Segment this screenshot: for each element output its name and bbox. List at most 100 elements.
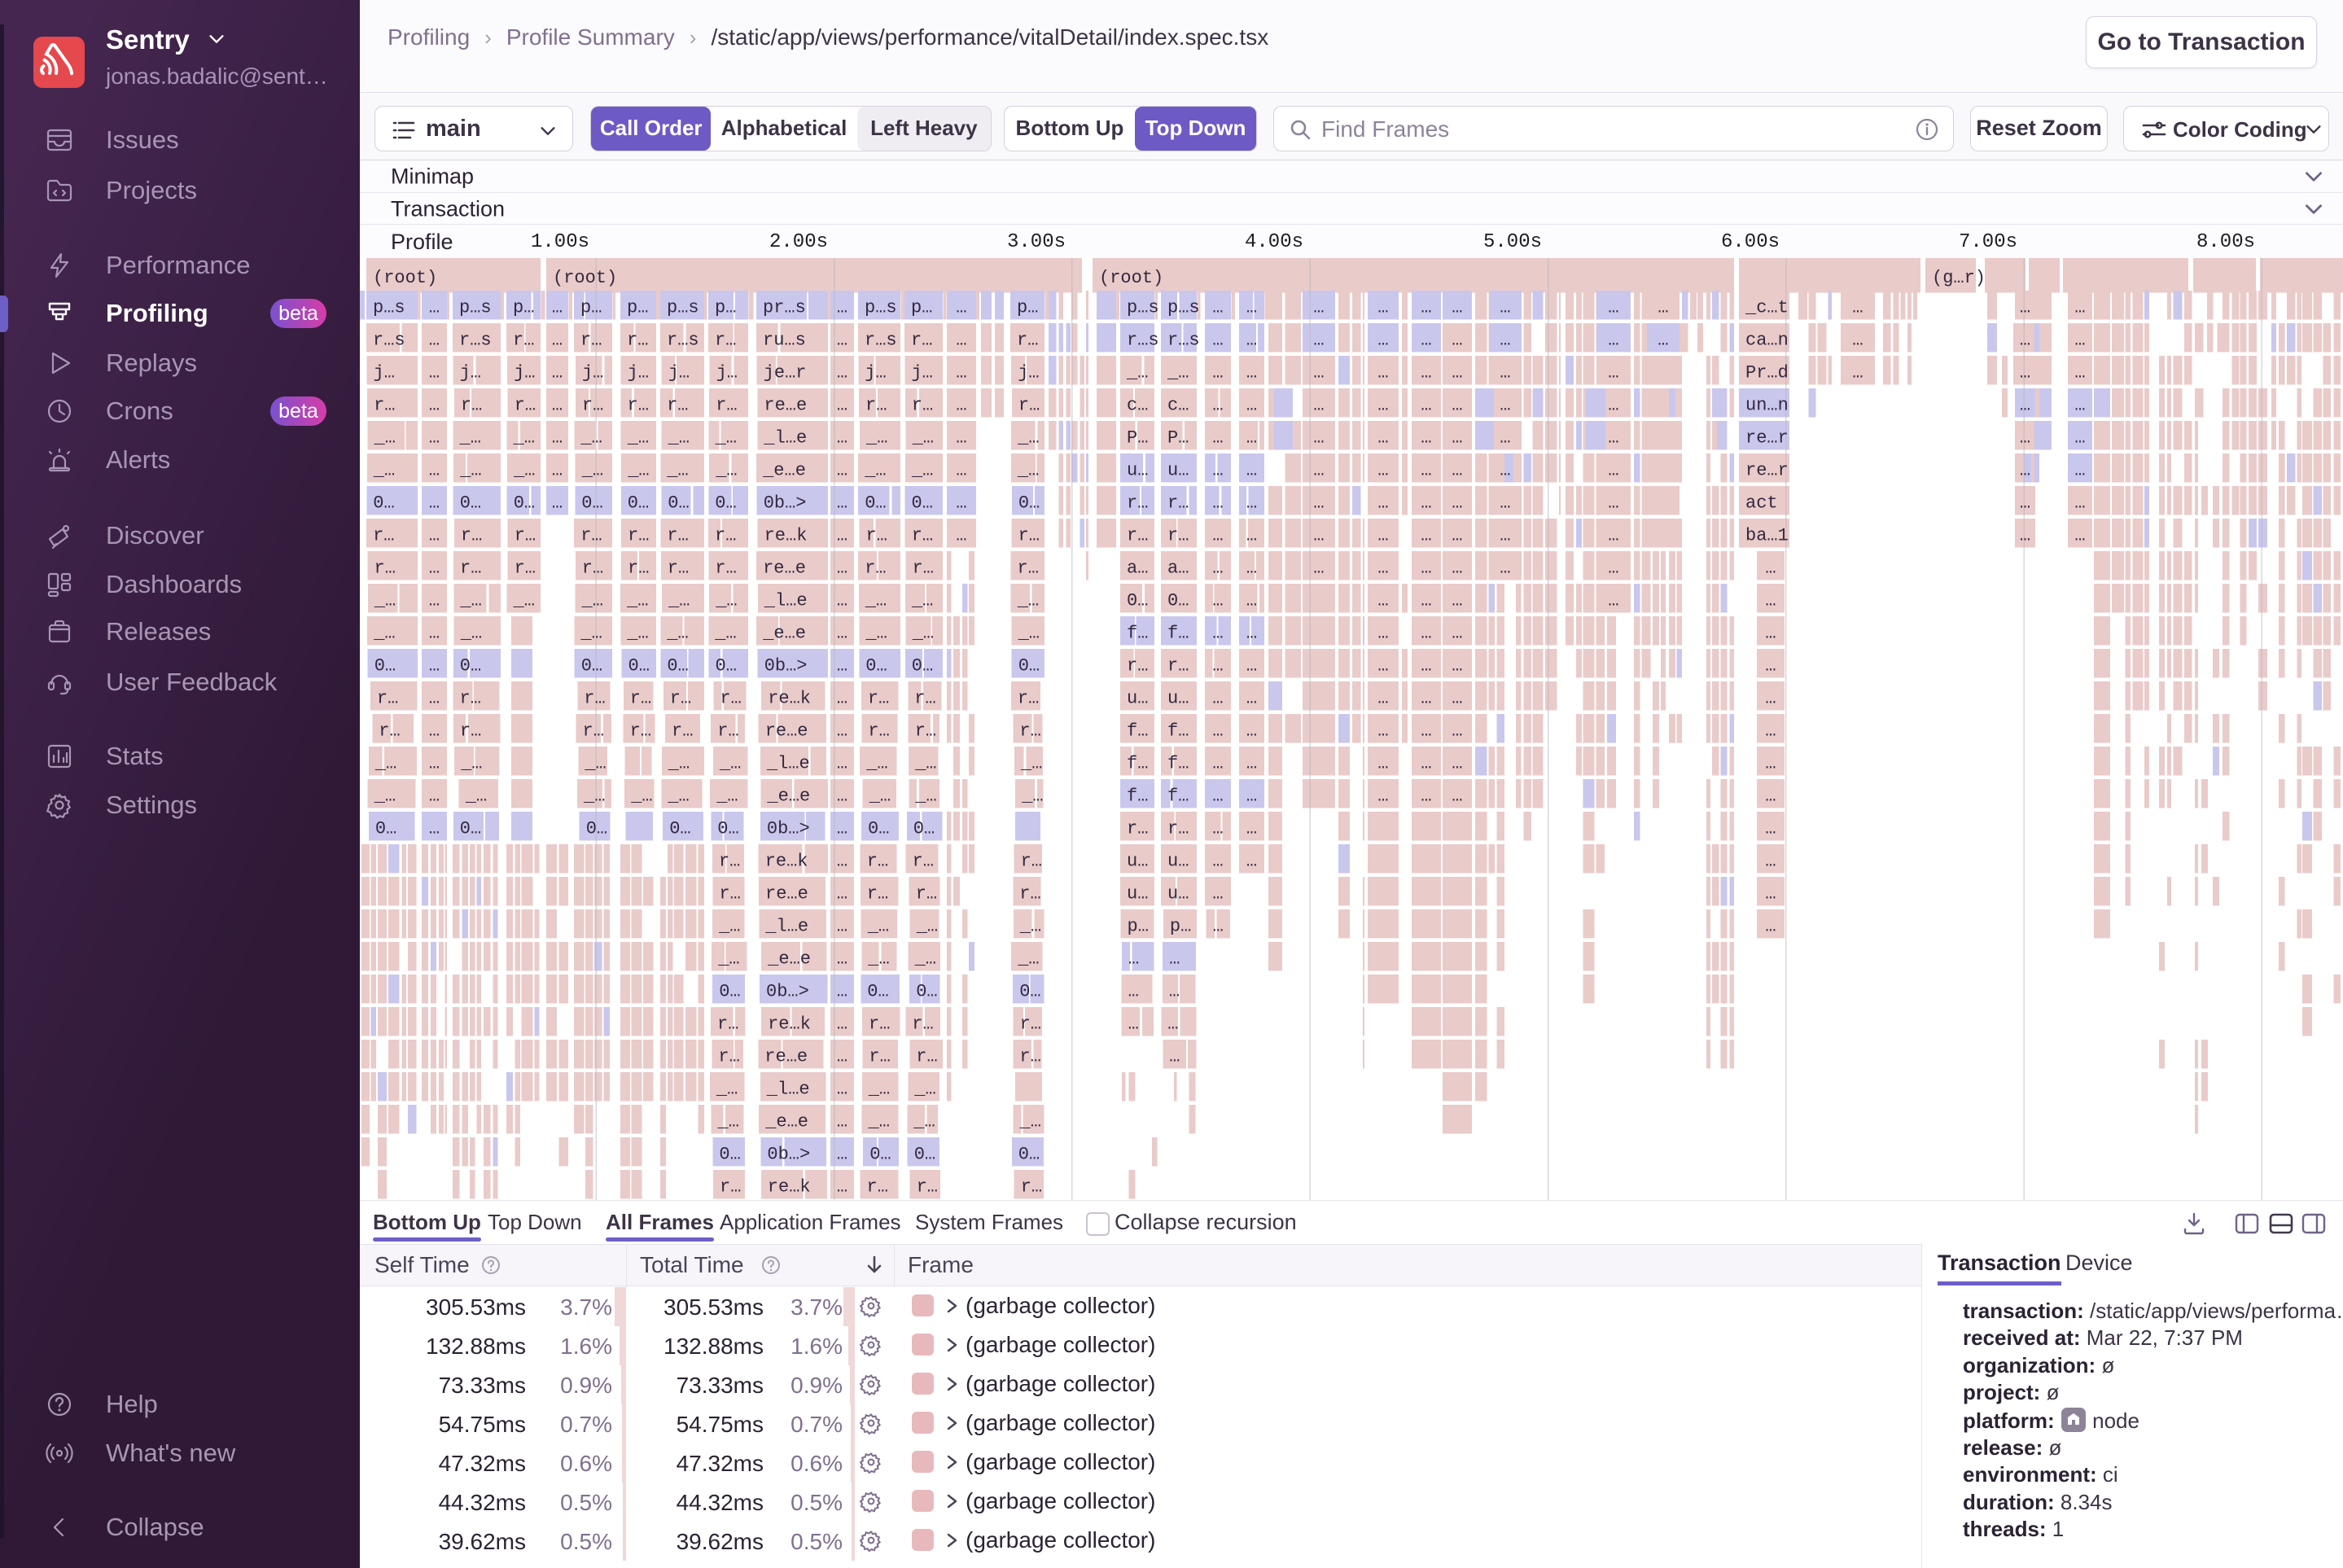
svg-text:r…: r… <box>867 852 888 872</box>
svg-text:…: … <box>1421 428 1431 449</box>
svg-text:…: … <box>837 624 847 644</box>
svg-text:r…: r… <box>630 689 651 709</box>
svg-text:…: … <box>837 982 847 1002</box>
svg-text:0…: 0… <box>912 493 933 514</box>
svg-text:r…: r… <box>1018 558 1039 579</box>
svg-text:j…: j… <box>1018 363 1039 383</box>
svg-text:…: … <box>1421 754 1431 774</box>
svg-text:0…: 0… <box>1167 591 1189 611</box>
svg-text:…: … <box>1313 461 1324 481</box>
svg-text:_…: _… <box>583 786 605 807</box>
svg-text:…: … <box>1765 624 1776 644</box>
svg-text:_…: _… <box>465 786 487 807</box>
svg-text:…: … <box>1246 689 1257 709</box>
svg-text:…: … <box>837 591 847 611</box>
svg-text:…: … <box>1246 331 1257 351</box>
svg-text:…: … <box>429 624 440 644</box>
svg-text:…: … <box>1765 754 1776 774</box>
svg-text:(g…r): (g…r) <box>1932 268 1986 288</box>
svg-text:re…k: re…k <box>764 526 808 546</box>
svg-text:…: … <box>1421 493 1431 514</box>
svg-text:r…: r… <box>720 1177 741 1198</box>
svg-text:…: … <box>1765 884 1776 904</box>
svg-text:_…: _… <box>626 624 648 644</box>
svg-text:…: … <box>1377 428 1388 449</box>
svg-text:j…: j… <box>460 363 481 383</box>
svg-text:…: … <box>837 558 847 579</box>
svg-text:…: … <box>837 461 847 481</box>
svg-text:…: … <box>837 852 847 872</box>
svg-text:…: … <box>1500 526 1510 546</box>
svg-text:…: … <box>1212 363 1223 383</box>
svg-text:f…: f… <box>1167 786 1189 807</box>
svg-text:…: … <box>1212 624 1223 644</box>
svg-text:r…: r… <box>866 526 887 546</box>
svg-text:…: … <box>1169 1047 1180 1067</box>
svg-text:r…: r… <box>913 852 934 872</box>
svg-text:_…: _… <box>1019 1112 1041 1132</box>
svg-text:0…: 0… <box>869 1145 891 1165</box>
svg-text:_…: _… <box>1017 591 1039 611</box>
svg-text:…: … <box>837 786 847 807</box>
svg-text:r…: r… <box>460 689 481 709</box>
svg-text:…: … <box>1212 461 1223 481</box>
svg-text:0…: 0… <box>717 819 738 839</box>
svg-text:…: … <box>1421 298 1431 318</box>
svg-text:…: … <box>956 461 966 481</box>
svg-text:…: … <box>1377 591 1388 611</box>
svg-text:_…: _… <box>581 591 603 611</box>
svg-text:je…r: je…r <box>764 363 807 383</box>
svg-text:0…: 0… <box>460 819 481 839</box>
svg-text:…: … <box>1500 428 1510 449</box>
svg-text:0…: 0… <box>668 493 689 514</box>
svg-text:_…: _… <box>719 754 741 774</box>
svg-text:_…: _… <box>667 786 689 807</box>
svg-text:…: … <box>1246 526 1257 546</box>
svg-text:…: … <box>837 493 847 514</box>
svg-text:…: … <box>1421 656 1431 677</box>
svg-text:…: … <box>1246 396 1257 416</box>
svg-text:_…: _… <box>865 624 887 644</box>
svg-text:_…: _… <box>668 591 690 611</box>
svg-text:0b…>: 0b…> <box>767 1145 810 1165</box>
svg-text:…: … <box>1452 298 1462 318</box>
svg-text:…: … <box>837 526 847 546</box>
svg-text:r…: r… <box>628 526 649 546</box>
svg-text:re…r: re…r <box>1745 428 1789 449</box>
svg-text:…: … <box>1313 558 1324 579</box>
svg-text:r…: r… <box>911 331 932 351</box>
svg-text:r…: r… <box>718 1047 739 1067</box>
svg-text:…: … <box>837 656 847 677</box>
svg-text:re…k: re…k <box>765 852 808 872</box>
svg-text:…: … <box>1452 558 1462 579</box>
svg-text:r…: r… <box>916 884 937 904</box>
svg-text:r…: r… <box>379 721 400 742</box>
svg-text:…: … <box>837 1145 847 1165</box>
svg-text:r…: r… <box>1019 1047 1040 1067</box>
svg-text:f…: f… <box>1127 786 1148 807</box>
svg-text:…: … <box>1377 363 1388 383</box>
svg-text:…: … <box>429 493 440 514</box>
svg-text:re…e: re…e <box>764 396 807 416</box>
svg-text:r…: r… <box>869 1047 890 1067</box>
svg-text:…: … <box>429 754 440 774</box>
svg-text:_…: _… <box>666 624 688 644</box>
svg-text:…: … <box>1421 689 1431 709</box>
svg-text:…: … <box>429 819 440 839</box>
svg-text:…: … <box>1212 819 1223 839</box>
svg-text:_…: _… <box>584 754 606 774</box>
svg-text:r…: r… <box>1127 656 1148 677</box>
svg-text:…: … <box>2020 428 2030 449</box>
svg-text:r…: r… <box>1020 1014 1041 1035</box>
svg-text:_…: _… <box>373 461 395 481</box>
svg-text:…: … <box>1313 331 1324 351</box>
svg-text:_…: _… <box>459 428 481 449</box>
svg-text:f…: f… <box>1127 721 1148 742</box>
svg-text:r…: r… <box>580 526 602 546</box>
svg-text:r…: r… <box>865 396 887 416</box>
svg-text:…: … <box>956 363 966 383</box>
svg-text:u…: u… <box>1167 852 1189 872</box>
svg-text:re…e: re…e <box>765 884 808 904</box>
svg-text:…: … <box>1765 656 1776 677</box>
svg-text:…: … <box>1608 331 1618 351</box>
